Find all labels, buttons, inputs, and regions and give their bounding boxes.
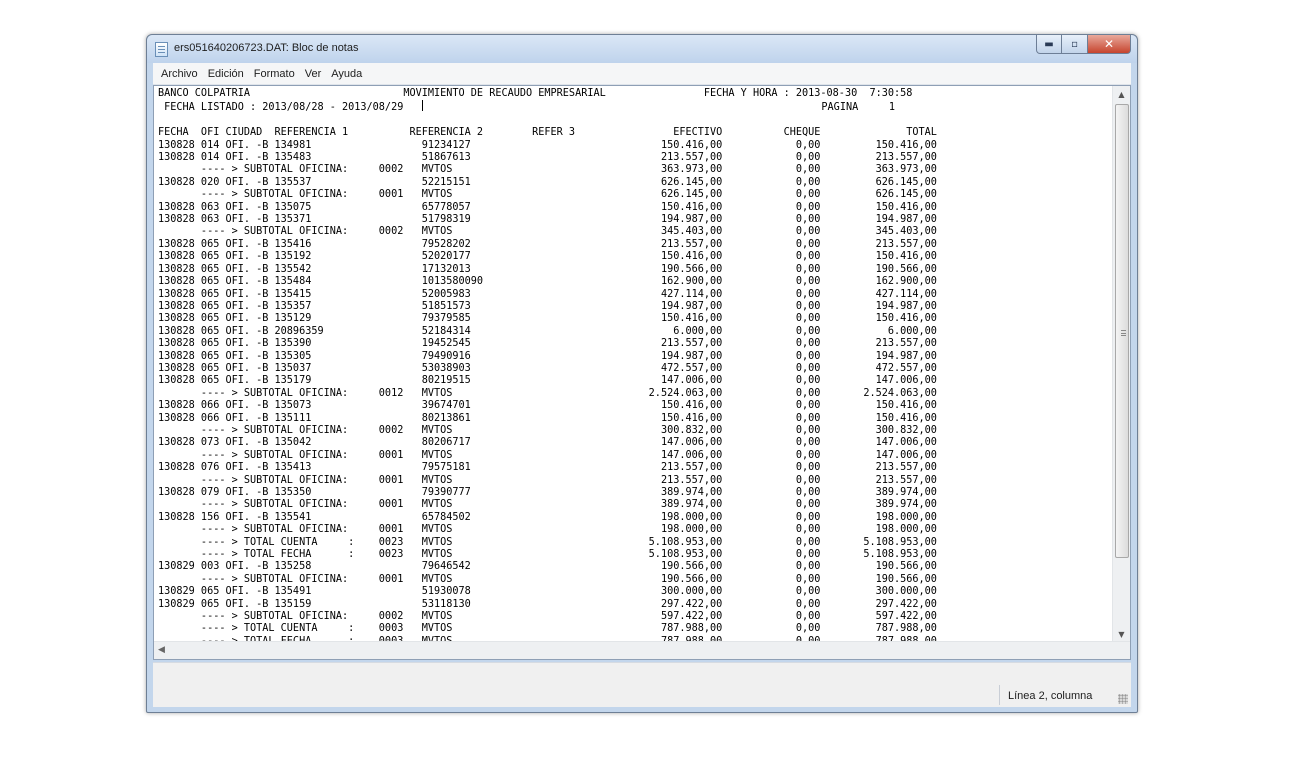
list-date-range: FECHA LISTADO : 2013/08/28 - 2013/08/29 (158, 102, 422, 114)
window-title: ers051640206723.DAT: Bloc de notas (174, 42, 359, 54)
horizontal-scrollbar[interactable]: ◀ (154, 641, 1130, 659)
text-line: 130828 076 OFI. -B 135413 79575181 213.5… (158, 462, 937, 474)
text-line: 130828 065 OFI. -B 135357 51851573 194.9… (158, 300, 937, 312)
text-line: ---- > SUBTOTAL OFICINA: 0002 MVTOS 345.… (158, 226, 937, 238)
text-line (158, 115, 1104, 127)
text-line: ---- > SUBTOTAL OFICINA: 0001 MVTOS 198.… (158, 524, 937, 536)
text-line: 130828 063 OFI. -B 135075 65778057 150.4… (158, 201, 937, 213)
maximize-icon: ▫ (1071, 38, 1078, 50)
text-line: 130828 065 OFI. -B 135192 52020177 150.4… (158, 251, 937, 263)
status-divider (999, 685, 1000, 705)
text-line: ---- > TOTAL CUENTA : 0023 MVTOS 5.108.9… (158, 536, 937, 548)
menu-ayuda[interactable]: Ayuda (326, 68, 367, 80)
text-line: FECHA OFI CIUDAD REFERENCIA 1 REFERENCIA… (158, 127, 937, 139)
text-line: ---- > SUBTOTAL OFICINA: 0001 MVTOS 213.… (158, 474, 937, 486)
text-line: ---- > SUBTOTAL OFICINA: 0001 MVTOS 626.… (158, 189, 937, 201)
text-line: ---- > SUBTOTAL OFICINA: 0012 MVTOS 2.52… (158, 387, 937, 399)
text-line: 130828 065 OFI. -B 135305 79490916 194.9… (158, 350, 937, 362)
menu-formato[interactable]: Formato (249, 68, 300, 80)
header-line: FECHA LISTADO : 2013/08/28 - 2013/08/29 … (158, 100, 1104, 114)
text-line: 130829 065 OFI. -B 135159 53118130 297.4… (158, 598, 937, 610)
text-line: ---- > SUBTOTAL OFICINA: 0001 MVTOS 190.… (158, 573, 937, 585)
document-body: FECHA OFI CIUDAD REFERENCIA 1 REFERENCIA… (158, 115, 1104, 644)
scroll-up-icon[interactable]: ▲ (1113, 86, 1130, 103)
text-line: 130828 014 OFI. -B 134981 91234127 150.4… (158, 139, 937, 151)
text-line: 130828 065 OFI. -B 135390 19452545 213.5… (158, 338, 937, 350)
notepad-icon (155, 42, 168, 57)
text-line: 130828 065 OFI. -B 20896359 52184314 6.0… (158, 325, 937, 337)
text-line: 130828 065 OFI. -B 135542 17132013 190.5… (158, 263, 937, 275)
text-line: 130828 014 OFI. -B 135483 51867613 213.5… (158, 152, 937, 164)
close-icon: ✕ (1103, 37, 1115, 51)
title-bar[interactable]: ers051640206723.DAT: Bloc de notas ▬ ▫ ✕ (147, 35, 1137, 63)
minimize-icon: ▬ (1044, 38, 1054, 50)
text-content[interactable]: BANCO COLPATRIA MOVIMIENTO DE RECAUDO EM… (158, 88, 1104, 644)
text-line: 130828 079 OFI. -B 135350 79390777 389.9… (158, 487, 937, 498)
menu-ver[interactable]: Ver (300, 68, 327, 80)
text-line: 130828 065 OFI. -B 135415 52005983 427.1… (158, 288, 937, 300)
vertical-scrollbar[interactable]: ▲ ▼ (1112, 86, 1130, 643)
text-line: 130828 020 OFI. -B 135537 52215151 626.1… (158, 176, 937, 188)
text-line: 130828 065 OFI. -B 135179 80219515 147.0… (158, 375, 937, 387)
window-controls: ▬ ▫ ✕ (1036, 35, 1131, 55)
menu-archivo[interactable]: Archivo (153, 68, 203, 80)
notepad-window: ers051640206723.DAT: Bloc de notas ▬ ▫ ✕… (146, 34, 1138, 713)
text-line: 130828 065 OFI. -B 135037 53038903 472.5… (158, 362, 937, 374)
text-line: ---- > SUBTOTAL OFICINA: 0001 MVTOS 147.… (158, 449, 937, 461)
text-line: 130829 003 OFI. -B 135258 79646542 190.5… (158, 561, 937, 573)
text-line: 130828 073 OFI. -B 135042 80206717 147.0… (158, 437, 937, 449)
page-number: PAGINA 1 (422, 102, 896, 114)
scroll-left-icon[interactable]: ◀ (158, 645, 165, 655)
close-button[interactable]: ✕ (1088, 35, 1131, 54)
text-line: 130828 065 OFI. -B 135484 1013580090 162… (158, 276, 937, 288)
text-line: ---- > TOTAL CUENTA : 0003 MVTOS 787.988… (158, 623, 937, 635)
header-line: BANCO COLPATRIA MOVIMIENTO DE RECAUDO EM… (158, 88, 913, 99)
text-editor[interactable]: BANCO COLPATRIA MOVIMIENTO DE RECAUDO EM… (153, 85, 1131, 660)
cursor-position: Línea 2, columna (1008, 690, 1093, 702)
text-line: 130828 066 OFI. -B 135073 39674701 150.4… (158, 400, 937, 412)
text-line: ---- > TOTAL FECHA : 0023 MVTOS 5.108.95… (158, 549, 937, 561)
resize-grip-icon[interactable] (1118, 694, 1128, 704)
text-line: ---- > SUBTOTAL OFICINA: 0001 MVTOS 389.… (158, 499, 937, 511)
minimize-button[interactable]: ▬ (1036, 35, 1062, 54)
text-line: ---- > SUBTOTAL OFICINA: 0002 MVTOS 597.… (158, 611, 937, 623)
text-line: 130829 065 OFI. -B 135491 51930078 300.0… (158, 586, 937, 598)
text-line: 130828 065 OFI. -B 135129 79379585 150.4… (158, 313, 937, 325)
menu-bar: Archivo Edición Formato Ver Ayuda (153, 63, 1131, 85)
text-line: 130828 063 OFI. -B 135371 51798319 194.9… (158, 214, 937, 226)
text-line: 130828 066 OFI. -B 135111 80213861 150.4… (158, 412, 937, 424)
scroll-thumb[interactable] (1115, 104, 1129, 558)
grip-icon (1121, 330, 1126, 336)
text-line: 130828 156 OFI. -B 135541 65784502 198.0… (158, 511, 937, 523)
status-bar: Línea 2, columna (153, 662, 1131, 707)
menu-edicion[interactable]: Edición (203, 68, 249, 80)
text-line: 130828 065 OFI. -B 135416 79528202 213.5… (158, 238, 937, 250)
text-line: ---- > SUBTOTAL OFICINA: 0002 MVTOS 363.… (158, 164, 937, 176)
text-line: ---- > SUBTOTAL OFICINA: 0002 MVTOS 300.… (158, 424, 937, 436)
maximize-button[interactable]: ▫ (1062, 35, 1088, 54)
